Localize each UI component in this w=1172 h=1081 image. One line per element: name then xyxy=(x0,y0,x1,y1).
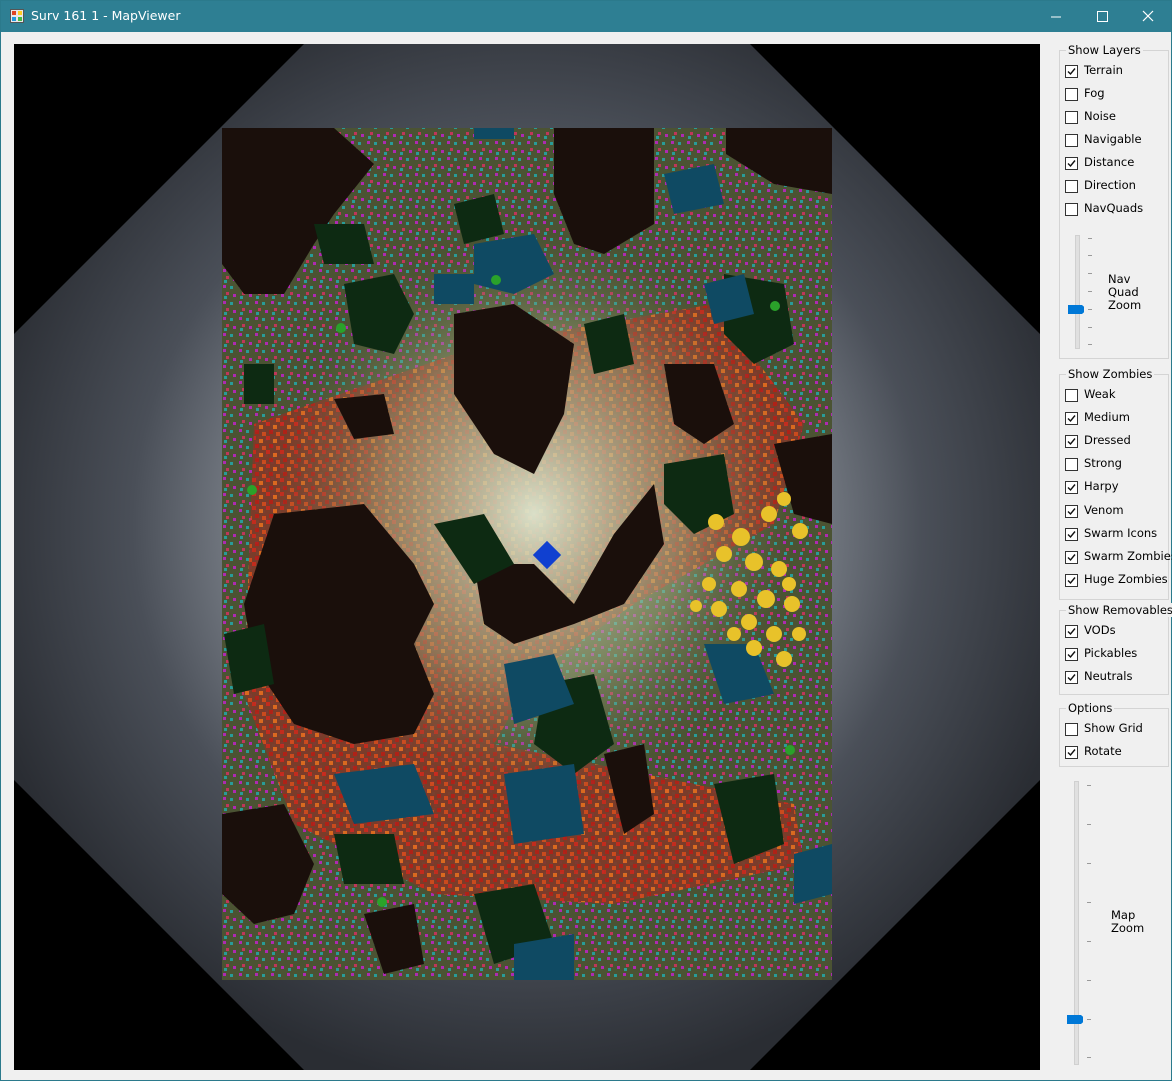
checkbox-box[interactable] xyxy=(1065,203,1078,216)
minimize-icon xyxy=(1051,16,1061,18)
slider-track xyxy=(1075,235,1080,349)
checkbox-label: Terrain xyxy=(1084,63,1123,77)
show-removables-group: Show Removables VODs Pickables Neutrals xyxy=(1059,603,1172,695)
check-icon xyxy=(1067,674,1076,682)
slider-thumb[interactable] xyxy=(1068,305,1084,314)
maximize-icon xyxy=(1097,11,1108,22)
close-icon xyxy=(1142,10,1154,22)
checkbox-label: Neutrals xyxy=(1084,669,1133,683)
checkbox-box[interactable] xyxy=(1065,481,1078,494)
checkbox-label: Pickables xyxy=(1084,646,1138,660)
checkbox-label: Direction xyxy=(1084,178,1136,192)
checkbox-label: Huge Zombies xyxy=(1084,572,1168,586)
check-icon xyxy=(1067,160,1076,168)
checkbox-box[interactable] xyxy=(1065,671,1078,684)
checkbox-box[interactable] xyxy=(1065,389,1078,402)
map-render xyxy=(14,44,1040,1070)
checkbox-label: Distance xyxy=(1084,155,1135,169)
checkbox-label: Venom xyxy=(1084,503,1124,517)
checkbox-label: VODs xyxy=(1084,623,1116,637)
check-icon xyxy=(1067,438,1076,446)
checkbox-box[interactable] xyxy=(1065,111,1078,124)
show-removables-title: Show Removables xyxy=(1066,603,1172,617)
checkbox-box[interactable] xyxy=(1065,505,1078,518)
checkbox-label: NavQuads xyxy=(1084,201,1144,215)
checkbox-box[interactable] xyxy=(1065,412,1078,425)
checkbox-box[interactable] xyxy=(1065,625,1078,638)
checkbox-box[interactable] xyxy=(1065,180,1078,193)
checkbox-label: Harpy xyxy=(1084,479,1119,493)
slider-thumb[interactable] xyxy=(1067,1015,1083,1024)
show-zombies-group: Show Zombies Weak Medium Dressed Strong … xyxy=(1059,367,1172,600)
options-group: Options Show Grid Rotate xyxy=(1059,701,1169,767)
checkbox-box[interactable] xyxy=(1065,528,1078,541)
checkbox-box[interactable] xyxy=(1065,134,1078,147)
title-bar[interactable]: Surv 161 1 - MapViewer xyxy=(1,1,1171,32)
checkbox-label: Show Grid xyxy=(1084,721,1143,735)
check-icon xyxy=(1067,628,1076,636)
checkbox-box[interactable] xyxy=(1065,88,1078,101)
minimize-button[interactable] xyxy=(1033,1,1079,32)
check-icon xyxy=(1067,484,1076,492)
checkbox-label: Swarm Icons xyxy=(1084,526,1158,540)
checkbox-box[interactable] xyxy=(1065,648,1078,661)
checkbox-box[interactable] xyxy=(1065,435,1078,448)
checkbox-box[interactable] xyxy=(1065,65,1078,78)
check-icon xyxy=(1067,415,1076,423)
check-icon xyxy=(1067,68,1076,76)
checkbox-label: Rotate xyxy=(1084,744,1122,758)
check-icon xyxy=(1067,554,1076,562)
checkbox-box[interactable] xyxy=(1065,574,1078,587)
checkbox-label: Dressed xyxy=(1084,433,1131,447)
show-layers-title: Show Layers xyxy=(1066,43,1143,57)
checkbox-box[interactable] xyxy=(1065,746,1078,759)
checkbox-label: Navigable xyxy=(1084,132,1142,146)
checkbox-box[interactable] xyxy=(1065,723,1078,736)
checkbox-label: Strong xyxy=(1084,456,1122,470)
check-icon xyxy=(1067,577,1076,585)
mapviewer-window: Surv 161 1 - MapViewer Show Layers Terra… xyxy=(0,0,1172,1081)
checkbox-box[interactable] xyxy=(1065,551,1078,564)
checkbox-label: Noise xyxy=(1084,109,1116,123)
checkbox-label: Fog xyxy=(1084,86,1105,100)
app-icon xyxy=(10,9,24,23)
close-button[interactable] xyxy=(1125,1,1171,32)
checkbox-label: Medium xyxy=(1084,410,1130,424)
check-icon xyxy=(1067,531,1076,539)
map-canvas[interactable] xyxy=(14,44,1040,1070)
checkbox-box[interactable] xyxy=(1065,157,1078,170)
nav-quad-zoom-slider[interactable] xyxy=(1068,233,1098,353)
nav-quad-zoom-label: Nav Quad Zoom xyxy=(1108,272,1142,312)
check-icon xyxy=(1067,508,1076,516)
options-title: Options xyxy=(1066,701,1115,715)
check-icon xyxy=(1067,651,1076,659)
show-layers-group: Show Layers Terrain Fog Noise Navigable … xyxy=(1059,43,1169,359)
show-zombies-title: Show Zombies xyxy=(1066,367,1155,381)
checkbox-label: Swarm Zombies xyxy=(1084,549,1172,563)
maximize-button[interactable] xyxy=(1079,1,1125,32)
check-icon xyxy=(1067,749,1076,757)
window-title: Surv 161 1 - MapViewer xyxy=(31,8,181,23)
map-zoom-label: Map Zoom xyxy=(1111,908,1145,935)
checkbox-label: Weak xyxy=(1084,387,1116,401)
map-zoom-slider[interactable] xyxy=(1067,779,1097,1069)
checkbox-box[interactable] xyxy=(1065,458,1078,471)
